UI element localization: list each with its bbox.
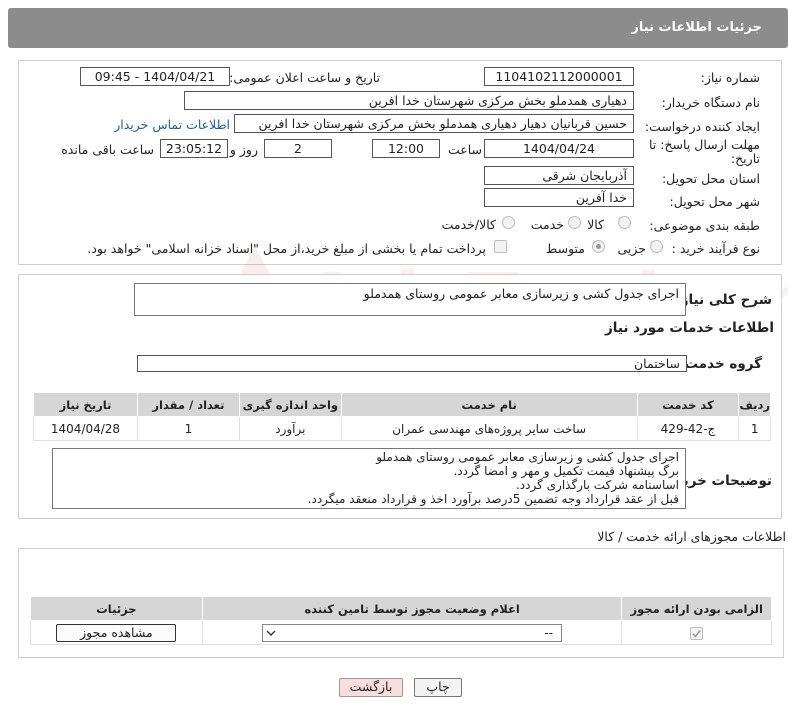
services-table: ردیف کد خدمت نام خدمت واحد اندازه گیری ت… xyxy=(33,392,771,441)
payment-note: پرداخت تمام یا بخشی از مبلغ خرید،از محل … xyxy=(87,241,486,256)
page-header: جزئیات اطلاعات نیاز xyxy=(8,8,788,48)
services-table-header: ردیف کد خدمت نام خدمت واحد اندازه گیری ت… xyxy=(33,392,771,417)
need-number-field: 1104102112000001 xyxy=(484,67,634,86)
announce-label: تاریخ و ساعت اعلان عمومی: xyxy=(229,70,380,85)
col-permit-status: اعلام وضعیت مجوز توسط تامین کننده xyxy=(201,596,623,621)
category-option-goods-service: کالا/خدمت xyxy=(441,217,496,232)
deadline-date-field: 1404/04/24 xyxy=(484,139,634,158)
category-label: طبقه بندی موضوعی: xyxy=(649,218,760,233)
buyer-org-field: دهیاری همدملو بخش مرکزی شهرستان خدا افری… xyxy=(184,91,634,110)
cell-service-name: ساخت سایر پروژه‌های مهندسی عمران xyxy=(340,416,638,441)
province-label: استان محل تحویل: xyxy=(661,171,760,186)
permit-required-checkbox xyxy=(690,626,704,640)
table-row: -- مشاهده مجوز xyxy=(30,620,772,645)
cell-service-code: ج-42-429 xyxy=(636,416,740,441)
category-radio-goods[interactable] xyxy=(618,216,631,229)
deadline-label-date: تاریخ: xyxy=(730,151,760,166)
requester-field: حسین قربانیان دهیار دهیاری همدملو بخش مر… xyxy=(234,114,634,133)
deadline-time-field: 12:00 xyxy=(372,139,440,158)
services-section-title: اطلاعات خدمات مورد نیاز xyxy=(604,320,774,336)
buyer-contact-link[interactable]: اطلاعات تماس خریدار xyxy=(114,117,230,132)
table-row: 1 ج-42-429 ساخت سایر پروژه‌های مهندسی عم… xyxy=(33,416,771,441)
buyer-org-label: نام دستگاه خریدار: xyxy=(661,95,760,110)
col-permit-details: جزئیات xyxy=(30,596,203,621)
service-group-field: ساختمان xyxy=(137,355,687,372)
cell-permit-status: -- xyxy=(201,620,623,645)
deadline-time-label: ساعت xyxy=(447,142,482,157)
buyer-notes-textarea: اجرای جدول کشی و زیرسازی معابر عمومی روس… xyxy=(52,448,686,509)
col-need-date: تاریخ نیاز xyxy=(33,392,138,417)
page-title: جزئیات اطلاعات نیاز xyxy=(631,20,762,35)
remaining-time-field: 23:05:12 xyxy=(160,139,228,158)
city-field: خدا آفرین xyxy=(484,188,634,207)
buyer-notes-line-3: اساسنامه شرکت بارگذاری گردد. xyxy=(515,478,679,492)
days-remaining-field: 2 xyxy=(264,139,332,158)
process-label: نوع فرآیند خرید : xyxy=(671,241,760,256)
category-radio-service[interactable] xyxy=(568,216,581,229)
province-field: آذربایجان شرقی xyxy=(484,166,634,185)
cell-unit: برآورد xyxy=(238,416,342,441)
chevron-down-icon xyxy=(266,627,276,637)
need-number-label: شماره نیاز: xyxy=(700,70,760,85)
cell-permit-required xyxy=(621,620,772,645)
service-group-label: گروه خدمت: xyxy=(679,356,762,372)
cell-permit-details: مشاهده مجوز xyxy=(30,620,203,645)
permit-status-select[interactable]: -- xyxy=(262,623,563,642)
cell-row: 1 xyxy=(738,416,771,441)
process-radio-minor[interactable] xyxy=(650,240,663,253)
cell-quantity: 1 xyxy=(137,416,240,441)
back-button[interactable]: بازگشت xyxy=(339,678,403,697)
buyer-notes-line-4: قبل از عقد قرارداد وجه تضمین 5درصد برآور… xyxy=(307,492,679,506)
treasury-payment-checkbox[interactable] xyxy=(494,240,507,253)
view-permit-button[interactable]: مشاهده مجوز xyxy=(56,623,177,642)
category-radio-goods-service[interactable] xyxy=(502,216,515,229)
category-option-goods: کالا xyxy=(587,217,604,232)
print-button[interactable]: چاپ xyxy=(414,678,462,697)
permit-status-select-value: -- xyxy=(544,625,554,640)
remaining-time-label: ساعت باقی مانده xyxy=(61,142,154,157)
col-row: ردیف xyxy=(738,392,771,417)
permits-table-header: الزامی بودن ارائه مجوز اعلام وضعیت مجوز … xyxy=(30,596,772,621)
deadline-label: مهلت ارسال پاسخ: تا xyxy=(649,137,760,152)
description-label: شرح کلی نیاز: xyxy=(675,292,772,308)
permits-table: الزامی بودن ارائه مجوز اعلام وضعیت مجوز … xyxy=(30,596,772,645)
process-option-minor: جزیی xyxy=(617,241,646,256)
requester-label: ایجاد کننده درخواست: xyxy=(644,119,760,134)
description-textarea: اجرای جدول کشی و زیرسازی معابر عمومی روس… xyxy=(134,283,686,316)
process-option-medium: متوسط xyxy=(545,241,585,256)
col-quantity: تعداد / مقدار xyxy=(137,392,240,417)
process-radio-medium[interactable] xyxy=(592,240,605,253)
check-icon xyxy=(692,629,701,638)
city-label: شهر محل تحویل: xyxy=(669,194,760,209)
col-service-name: نام خدمت xyxy=(340,392,638,417)
cell-need-date: 1404/04/28 xyxy=(33,416,138,441)
col-permit-required: الزامی بودن ارائه مجوز xyxy=(621,596,772,621)
col-unit: واحد اندازه گیری xyxy=(238,392,342,417)
category-option-service: خدمت xyxy=(530,217,564,232)
buyer-notes-line-2: برگ پیشنهاد قیمت تکمیل و مهر و امضا گردد… xyxy=(453,464,679,478)
announce-field: 1404/04/21 - 09:45 xyxy=(80,67,230,86)
permits-section-title: اطلاعات مجوزهای ارائه خدمت / کالا xyxy=(597,529,786,544)
days-label: روز و xyxy=(229,142,258,157)
col-service-code: کد خدمت xyxy=(636,392,740,417)
buyer-notes-line-1: اجرای جدول کشی و زیرسازی معابر عمومی روس… xyxy=(376,450,679,464)
